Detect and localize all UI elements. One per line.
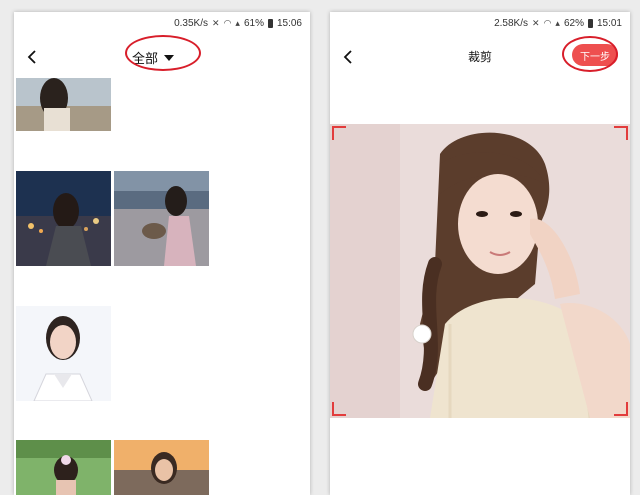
crop-handle-bottom-left[interactable] [332, 402, 346, 416]
photo-thumbnail[interactable] [16, 171, 111, 266]
status-bar: 0.35K/s ✕ ◠ ▴ 61% 15:06 [14, 12, 310, 34]
crop-handle-top-right[interactable] [614, 126, 628, 140]
chevron-left-icon [27, 50, 36, 64]
crop-handle-top-left[interactable] [332, 126, 346, 140]
signal-icon: ▴ [555, 17, 560, 28]
battery-percent: 62% [563, 17, 584, 29]
mute-icon: ✕ [532, 17, 540, 28]
crop-canvas[interactable] [330, 124, 630, 418]
status-bar: 2.58K/s ✕ ◠ ▴ 62% 15:01 [330, 12, 630, 34]
crop-screen: 2.58K/s ✕ ◠ ▴ 62% 15:01 裁剪 下一步 [330, 12, 630, 495]
photo-thumbnail[interactable] [16, 78, 111, 131]
crop-nav-bar: 裁剪 下一步 [330, 34, 630, 80]
battery-percent: 61% [243, 17, 264, 29]
gallery-screen: 0.35K/s ✕ ◠ ▴ 61% 15:06 全部 [14, 12, 310, 495]
wifi-icon: ◠ [223, 17, 232, 28]
crop-handle-bottom-right[interactable] [614, 402, 628, 416]
crop-photo [330, 124, 630, 418]
network-speed: 2.58K/s [494, 17, 529, 29]
clock: 15:01 [596, 17, 622, 29]
network-speed: 0.35K/s [174, 17, 209, 29]
back-button[interactable] [22, 47, 42, 67]
photo-thumbnail[interactable] [16, 306, 111, 401]
screenshot-stage: 0.35K/s ✕ ◠ ▴ 61% 15:06 全部 2.58K/s ✕ ◠ ▴… [0, 0, 640, 495]
clock: 15:06 [276, 17, 302, 29]
photo-thumbnail[interactable] [16, 440, 111, 495]
album-label: 全部 [132, 50, 159, 66]
photo-thumbnail[interactable] [114, 440, 209, 495]
photo-thumbnail[interactable] [114, 171, 209, 266]
battery-icon [587, 18, 593, 28]
album-selector[interactable]: 全部 [132, 46, 175, 68]
battery-icon [267, 18, 273, 28]
caret-down-icon [164, 55, 175, 61]
wifi-icon: ◠ [543, 17, 552, 28]
signal-icon: ▴ [235, 17, 240, 28]
gallery-nav-bar: 全部 [14, 34, 310, 80]
next-step-button[interactable]: 下一步 [572, 44, 618, 66]
mute-icon: ✕ [212, 17, 220, 28]
